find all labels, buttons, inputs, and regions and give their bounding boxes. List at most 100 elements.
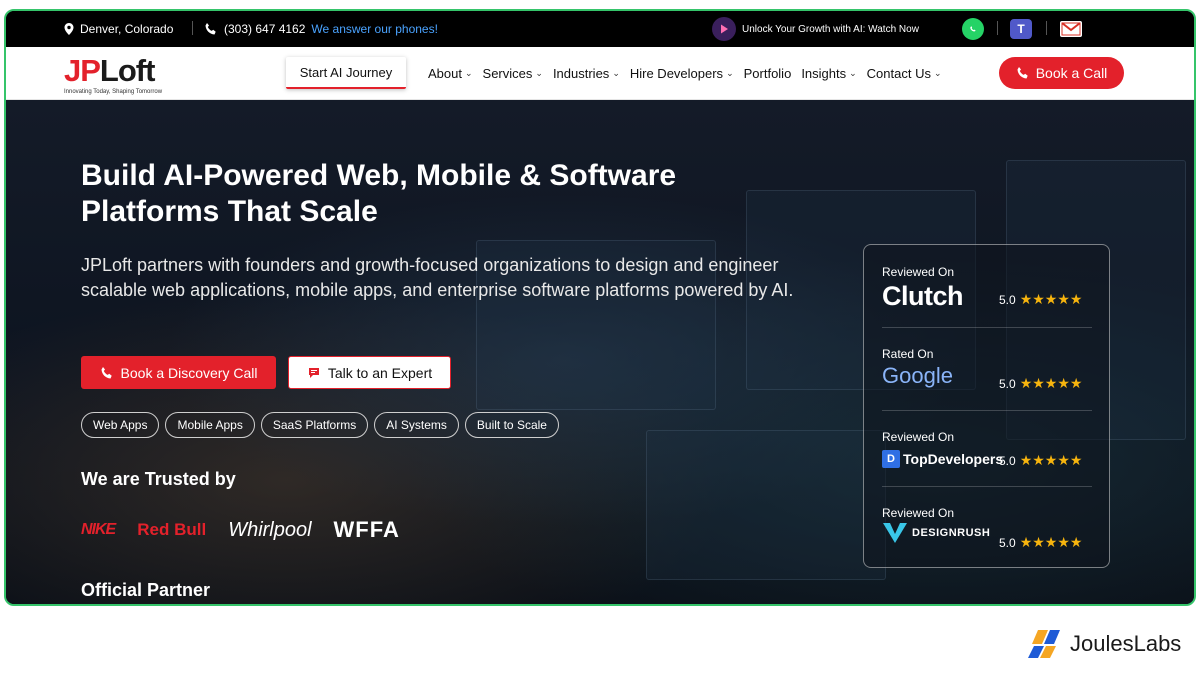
gmail-link[interactable] xyxy=(1060,11,1082,47)
nav-portfolio-label: Portfolio xyxy=(743,66,792,81)
logo-loft: Loft xyxy=(99,53,156,88)
phone[interactable]: (303) 647 4162 We answer our phones! xyxy=(204,11,438,47)
review-score: 5.0 ★★★★★ xyxy=(999,534,1082,551)
jploft-logo[interactable]: JPLoft Innovating Today, Shaping Tomorro… xyxy=(64,51,184,97)
nav-contact-us-label: Contact Us xyxy=(866,66,931,81)
book-a-call-button[interactable]: Book a Call xyxy=(999,57,1124,89)
gmail-icon[interactable] xyxy=(1060,21,1082,37)
score-value: 5.0 xyxy=(999,453,1016,468)
book-a-call-label: Book a Call xyxy=(1035,65,1108,81)
top-bar: Denver, Colorado (303) 647 4162 We answe… xyxy=(6,11,1194,47)
phone-icon xyxy=(1017,67,1028,79)
chevron-down-icon: ⌄ xyxy=(933,68,942,78)
review-label: Reviewed On xyxy=(882,265,955,279)
divider xyxy=(882,327,1092,328)
chip-mobile-apps: Mobile Apps xyxy=(165,412,255,438)
talk-to-expert-label: Talk to an Expert xyxy=(327,364,433,381)
logo-jp: JP xyxy=(64,53,101,88)
location-pin-icon xyxy=(64,23,74,35)
review-label: Reviewed On xyxy=(882,430,955,444)
nike-logo: NIKE xyxy=(81,521,116,538)
chevron-down-icon: ⌄ xyxy=(726,68,734,78)
chip-built-to-scale: Built to Scale xyxy=(464,412,559,438)
nav-insights[interactable]: Insights ⌄ xyxy=(801,66,856,81)
chip-web-apps: Web Apps xyxy=(81,412,160,438)
hero-section: Build AI-Powered Web, Mobile & Software … xyxy=(6,100,1194,604)
official-partner-heading: Official Partner xyxy=(81,580,211,600)
score-value: 5.0 xyxy=(999,292,1016,307)
topdevelopers-wordmark: TopDevelopers xyxy=(903,451,1004,467)
chat-icon xyxy=(308,367,319,378)
promo-banner[interactable]: Unlock Your Growth with AI: Watch Now xyxy=(712,11,919,47)
phone-text[interactable]: (303) 647 4162 xyxy=(224,22,305,36)
whatsapp-icon[interactable] xyxy=(962,18,984,40)
talk-to-expert-button[interactable]: Talk to an Expert xyxy=(288,356,451,389)
nav-hire-developers[interactable]: Hire Developers ⌄ xyxy=(630,66,734,81)
logo-wordmark: JPLoft xyxy=(64,53,156,89)
background-monitor xyxy=(646,430,886,580)
review-label: Reviewed On xyxy=(882,506,955,520)
designrush-logo: DESIGNRUSH xyxy=(882,522,990,544)
divider xyxy=(997,21,998,35)
nav-about[interactable]: About ⌄ xyxy=(428,66,473,81)
clutch-logo: Clutch xyxy=(882,281,964,311)
chevron-down-icon: ⌄ xyxy=(612,68,620,78)
divider xyxy=(882,410,1092,411)
trusted-by-heading: We are Trusted by xyxy=(81,469,236,489)
review-clutch[interactable]: Reviewed On Clutch 5.0 ★★★★★ xyxy=(882,265,1092,311)
phone-icon xyxy=(101,366,112,378)
answer-text: We answer our phones! xyxy=(311,22,438,36)
chevron-down-icon: ⌄ xyxy=(849,68,857,78)
hero-title: Build AI-Powered Web, Mobile & Software … xyxy=(81,159,677,228)
nav-portfolio[interactable]: Portfolio xyxy=(744,66,792,81)
nav-services-label: Services xyxy=(482,66,533,81)
nav-hire-developers-label: Hire Developers xyxy=(629,66,724,81)
divider xyxy=(1046,21,1047,35)
chevron-down-icon: ⌄ xyxy=(535,68,543,78)
phone-icon xyxy=(205,23,216,35)
score-value: 5.0 xyxy=(999,535,1016,550)
designrush-wordmark: DESIGNRUSH xyxy=(912,527,991,539)
nav-links: About ⌄ Services ⌄ Industries ⌄ Hire Develo… xyxy=(428,47,942,100)
divider xyxy=(882,486,1092,487)
redbull-logo: Red Bull xyxy=(137,520,207,539)
nav-contact-us[interactable]: Contact Us ⌄ xyxy=(867,66,942,81)
nav-about-label: About xyxy=(428,66,462,81)
main-nav: JPLoft Innovating Today, Shaping Tomorro… xyxy=(6,47,1194,100)
promo-text[interactable]: Unlock Your Growth with AI: Watch Now xyxy=(742,24,919,35)
jouleslabs-text: JoulesLabs xyxy=(1070,631,1182,656)
teams-icon[interactable]: T xyxy=(1010,19,1032,39)
review-score: 5.0 ★★★★★ xyxy=(999,291,1082,308)
chip-saas-platforms: SaaS Platforms xyxy=(260,412,369,438)
score-value: 5.0 xyxy=(999,376,1016,391)
star-rating-icon: ★★★★★ xyxy=(1019,452,1083,468)
topdevelopers-icon: D xyxy=(882,450,900,468)
browser-frame: Denver, Colorado (303) 647 4162 We answe… xyxy=(4,9,1196,606)
review-topdevelopers[interactable]: Reviewed On D TopDevelopers 5.0 ★★★★★ xyxy=(882,430,1092,468)
whirlpool-logo: Whirlpool xyxy=(228,518,312,541)
divider xyxy=(192,21,193,35)
review-designrush[interactable]: Reviewed On DESIGNRUSH 5.0 ★★★★★ xyxy=(882,506,1092,550)
location-text: Denver, Colorado xyxy=(80,22,174,36)
designrush-icon xyxy=(883,523,907,543)
review-score: 5.0 ★★★★★ xyxy=(999,375,1082,392)
star-rating-icon: ★★★★★ xyxy=(1019,534,1083,550)
capability-chips: Web Apps Mobile Apps SaaS Platforms AI S… xyxy=(81,412,559,438)
nav-industries-label: Industries xyxy=(552,66,610,81)
nav-industries[interactable]: Industries ⌄ xyxy=(553,66,620,81)
wffa-logo: WFFA xyxy=(333,517,400,542)
location: Denver, Colorado xyxy=(64,11,173,47)
whatsapp-link[interactable] xyxy=(962,11,984,47)
topdevelopers-logo: D TopDevelopers xyxy=(882,450,1003,468)
teams-link[interactable]: T xyxy=(1010,11,1032,47)
review-score: 5.0 ★★★★★ xyxy=(999,452,1082,469)
review-google[interactable]: Rated On Google 5.0 ★★★★★ xyxy=(882,347,1092,391)
book-discovery-call-button[interactable]: Book a Discovery Call xyxy=(81,356,276,389)
nav-insights-label: Insights xyxy=(801,66,847,81)
start-ai-journey-button[interactable]: Start AI Journey xyxy=(286,57,406,89)
nav-services[interactable]: Services ⌄ xyxy=(483,66,543,81)
chip-ai-systems: AI Systems xyxy=(374,412,459,438)
book-discovery-call-label: Book a Discovery Call xyxy=(120,364,258,381)
reviews-card: Reviewed On Clutch 5.0 ★★★★★ Rated On Goo… xyxy=(863,244,1110,568)
jouleslabs-logo-icon xyxy=(1028,630,1060,658)
